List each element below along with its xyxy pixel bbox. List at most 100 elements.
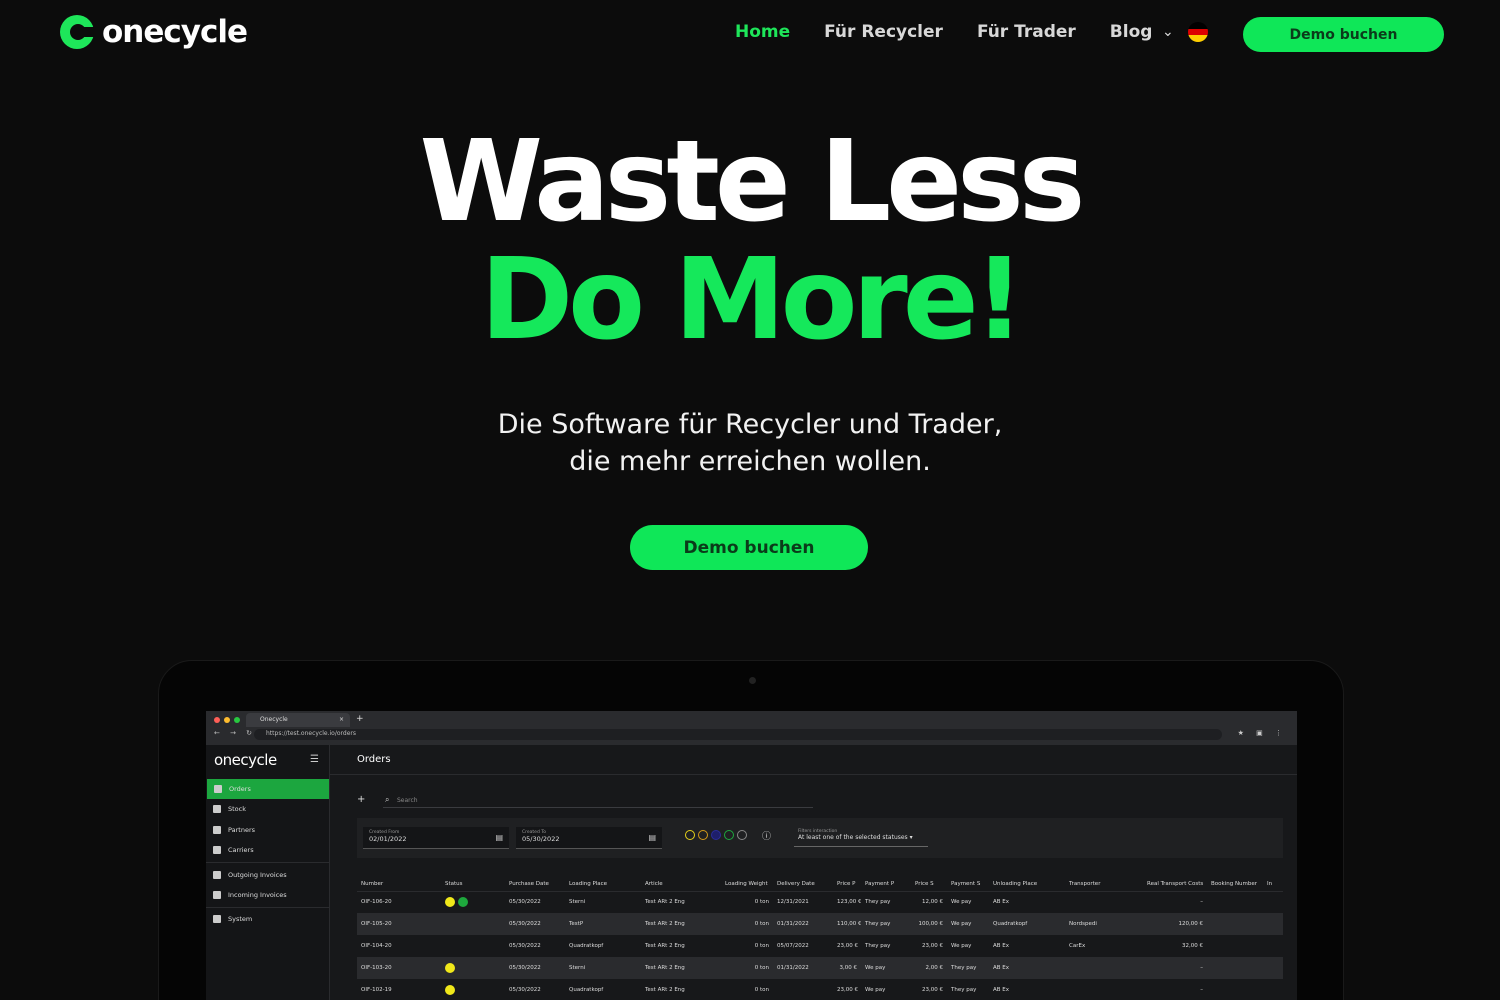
- cell-extra: [1263, 913, 1283, 935]
- cell-article: Test ARt 2 Eng: [645, 987, 685, 993]
- sidebar-divider: [206, 862, 330, 863]
- page-title: Orders: [357, 754, 391, 765]
- cell-delivery-date: 12/31/2021: [777, 899, 809, 906]
- browser-tab: Onecycle ×: [246, 713, 350, 727]
- status-circle-icon: [685, 830, 695, 840]
- cell-unloading: AB Ex: [993, 987, 1010, 993]
- status-dot-icon: [445, 985, 455, 995]
- minimize-dot-icon: [224, 717, 230, 723]
- status-cell: [441, 891, 505, 913]
- cell-extra: [1263, 979, 1283, 1000]
- status-circle-icon: [724, 830, 734, 840]
- cell-price-s: 2,00 €: [911, 957, 947, 979]
- cell-loading-place: Sterni: [569, 899, 586, 906]
- cell-transporter: Nordspedi: [1065, 913, 1143, 935]
- created-from-field: Created From 02/01/2022 ▤: [363, 827, 509, 849]
- cell-number: OIF-103-20: [357, 957, 441, 979]
- orders-table: Number Status Purchase Date Loading Plac…: [357, 877, 1283, 1000]
- cell-price-s: 100,00 €: [911, 913, 947, 935]
- sidebar-item-stock: Stock: [206, 799, 330, 819]
- cell-payment-p: We pay: [865, 987, 886, 993]
- orders-icon: [214, 785, 222, 793]
- browser-bar: Onecycle × + ← → ↻ https://test.onecycle…: [206, 711, 1297, 745]
- cell-booking: [1207, 957, 1263, 979]
- info-icon: ⓘ: [762, 832, 772, 842]
- invoice-icon: [213, 871, 221, 879]
- cell-payment-p: They pay: [861, 913, 911, 935]
- logo[interactable]: onecycle: [60, 14, 248, 50]
- cell-extra: [1263, 935, 1283, 957]
- invoice-icon: [213, 891, 221, 899]
- browser-tools-icons: ★ ▣ ⋮: [1237, 729, 1287, 737]
- german-flag-icon[interactable]: [1187, 22, 1208, 42]
- cell-transport-costs: –: [1200, 987, 1203, 993]
- search-input: ⌕ Search: [383, 794, 813, 808]
- logo-text: onecycle: [102, 14, 248, 50]
- status-dot-icon: [445, 897, 455, 908]
- hero-subtitle-line1: Die Software für Recycler und Trader,: [497, 409, 1003, 440]
- language-switcher[interactable]: ⌄: [1162, 22, 1208, 42]
- cell-booking: [1207, 935, 1263, 957]
- sidebar-divider: [206, 907, 330, 908]
- cell-loading-place: Quadratkopf: [569, 987, 604, 993]
- cell-article: Test ARt 2 Eng: [641, 957, 721, 979]
- status-dot-icon: [445, 963, 455, 973]
- cell-loading-place: Sterni: [565, 957, 641, 979]
- cell-payment-s: They pay: [947, 957, 989, 979]
- cell-payment-s: We pay: [947, 913, 989, 935]
- hero-subtitle: Die Software für Recycler und Trader, di…: [0, 406, 1500, 480]
- status-dot-icon: [458, 897, 468, 908]
- cell-article: Test ARt 2 Eng: [641, 913, 721, 935]
- cell-number: OIF-105-20: [357, 913, 441, 935]
- cell-transporter: [1065, 957, 1143, 979]
- search-placeholder: Search: [397, 797, 418, 804]
- chevron-down-icon[interactable]: ⌄: [1162, 24, 1174, 40]
- sidebar-item-orders: Orders: [207, 779, 329, 799]
- browser-nav-icons: ← → ↻: [214, 729, 257, 737]
- cell-payment-p: They pay: [865, 943, 891, 949]
- cell-price-s: 23,00 €: [922, 987, 943, 993]
- nav-item-home[interactable]: Home: [735, 22, 790, 42]
- cell-unloading: Quadratkopf: [989, 913, 1065, 935]
- sidebar-item-carriers: Carriers: [206, 840, 330, 860]
- top-nav: onecycle Home Für Recycler Für Trader Bl…: [0, 0, 1500, 68]
- hero-demo-button[interactable]: Demo buchen: [630, 525, 868, 570]
- system-icon: [213, 915, 221, 923]
- app-logo: onecycle: [214, 751, 277, 769]
- sidebar-item-incoming-invoices: Incoming Invoices: [206, 885, 330, 905]
- calendar-icon: ▤: [648, 833, 656, 842]
- sidebar-item-outgoing-invoices: Outgoing Invoices: [206, 865, 330, 885]
- maximize-dot-icon: [234, 717, 240, 723]
- table-row: OIF-104-20 05/30/2022 Quadratkopf Test ARt …: [357, 935, 1283, 957]
- logo-icon: [60, 15, 96, 49]
- cell-transport-costs: 32,00 €: [1182, 943, 1203, 949]
- nav-item-fuer-recycler[interactable]: Für Recycler: [824, 22, 943, 42]
- cell-unloading: AB Ex: [989, 957, 1065, 979]
- cell-delivery-date: [773, 979, 833, 1000]
- nav-item-blog[interactable]: Blog: [1110, 22, 1153, 42]
- cell-transport-costs: –: [1143, 957, 1207, 979]
- cell-payment-s: We pay: [951, 943, 972, 949]
- window-controls: [214, 717, 240, 723]
- cell-transport-costs: –: [1200, 899, 1203, 906]
- nav-item-fuer-trader[interactable]: Für Trader: [977, 22, 1076, 42]
- url-bar: https://test.onecycle.io/orders: [254, 729, 1222, 740]
- status-cell: [441, 979, 505, 1000]
- cell-unloading: AB Ex: [993, 943, 1010, 949]
- cell-purchase-date: 05/30/2022: [509, 987, 541, 993]
- calendar-icon: ▤: [495, 833, 503, 842]
- status-filter-circles: [685, 830, 747, 840]
- main-menu: Home Für Recycler Für Trader Blog: [735, 22, 1152, 42]
- laptop-mockup: Onecycle × + ← → ↻ https://test.onecycle…: [158, 660, 1344, 1000]
- cell-number: OIF-106-20: [361, 899, 392, 906]
- cell-delivery-date: 01/31/2022: [773, 957, 833, 979]
- browser-tab-title: Onecycle: [260, 716, 288, 723]
- nav-demo-button[interactable]: Demo buchen: [1243, 17, 1444, 52]
- cell-price-p: 23,00 €: [837, 987, 858, 993]
- sidebar-item-partners: Partners: [206, 820, 330, 840]
- cell-number: OIF-102-19: [361, 987, 392, 993]
- cell-weight: 0 ton: [754, 987, 769, 993]
- app-header: Orders: [330, 745, 1297, 775]
- close-dot-icon: [214, 717, 220, 723]
- table-row: OIF-106-20 05/30/2022 Sterni Test ARt 2 Eng…: [357, 891, 1283, 913]
